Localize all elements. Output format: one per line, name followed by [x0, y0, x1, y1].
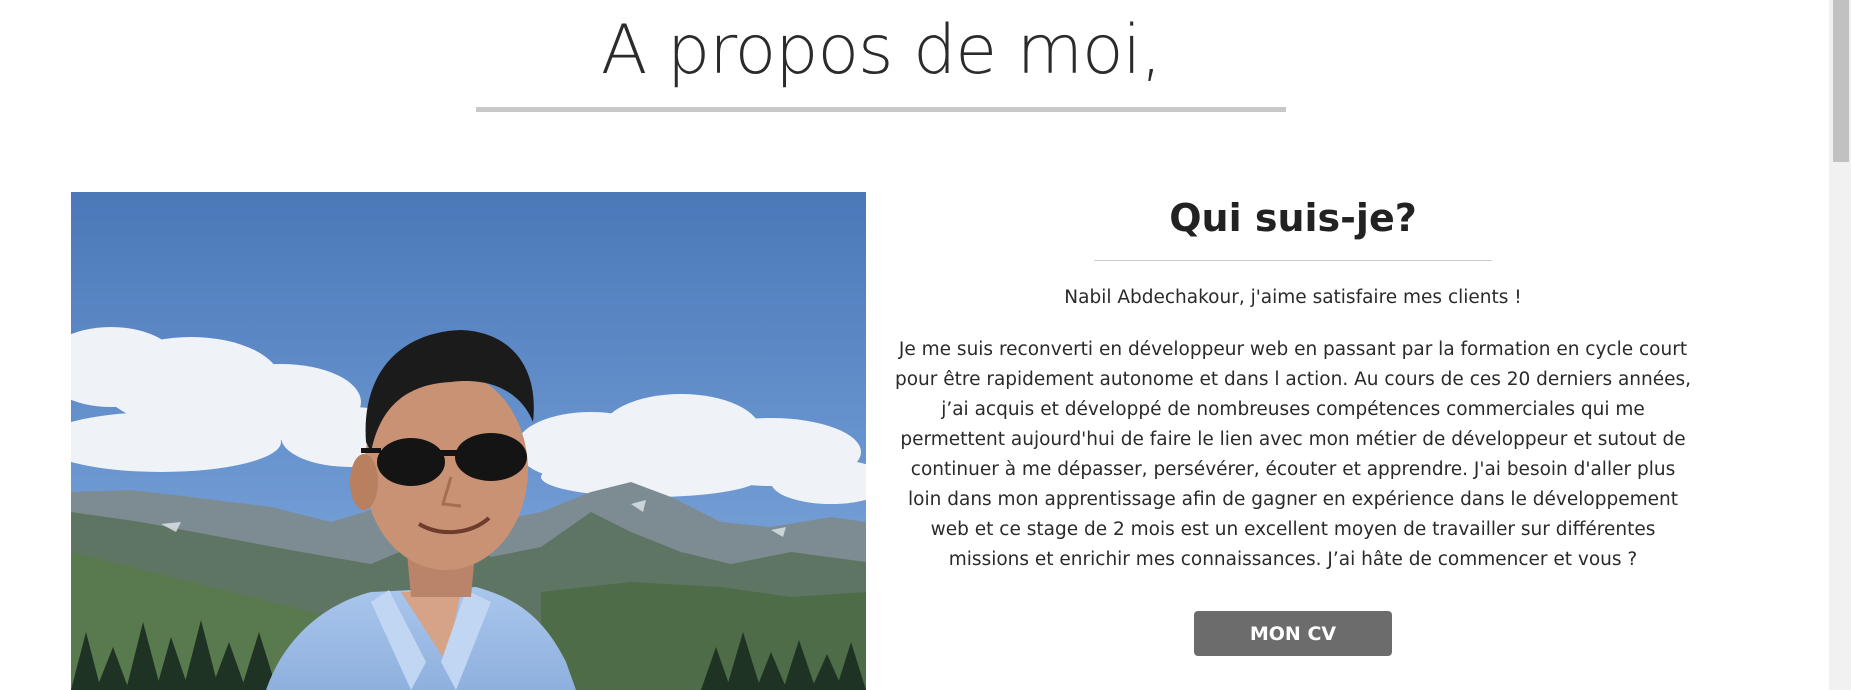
scrollbar-thumb[interactable] — [1833, 0, 1849, 162]
about-section: Qui suis-je? Nabil Abdechakour, j'aime s… — [893, 192, 1693, 656]
about-divider — [1094, 260, 1492, 261]
cv-button[interactable]: MON CV — [1194, 611, 1392, 656]
about-heading: Qui suis-je? — [1169, 196, 1417, 240]
about-page: A propos de moi, Qui suis-je? Nabil Abde… — [0, 0, 1851, 690]
profile-photo — [71, 192, 866, 690]
page-scrollbar[interactable] — [1829, 0, 1851, 690]
tagline: Nabil Abdechakour, j'aime satisfaire mes… — [1064, 287, 1522, 308]
page-title: A propos de moi, — [600, 11, 1162, 90]
bio-paragraph: Je me suis reconverti en développeur web… — [894, 339, 1692, 570]
profile-photo-image — [71, 192, 866, 690]
title-divider — [476, 107, 1286, 112]
